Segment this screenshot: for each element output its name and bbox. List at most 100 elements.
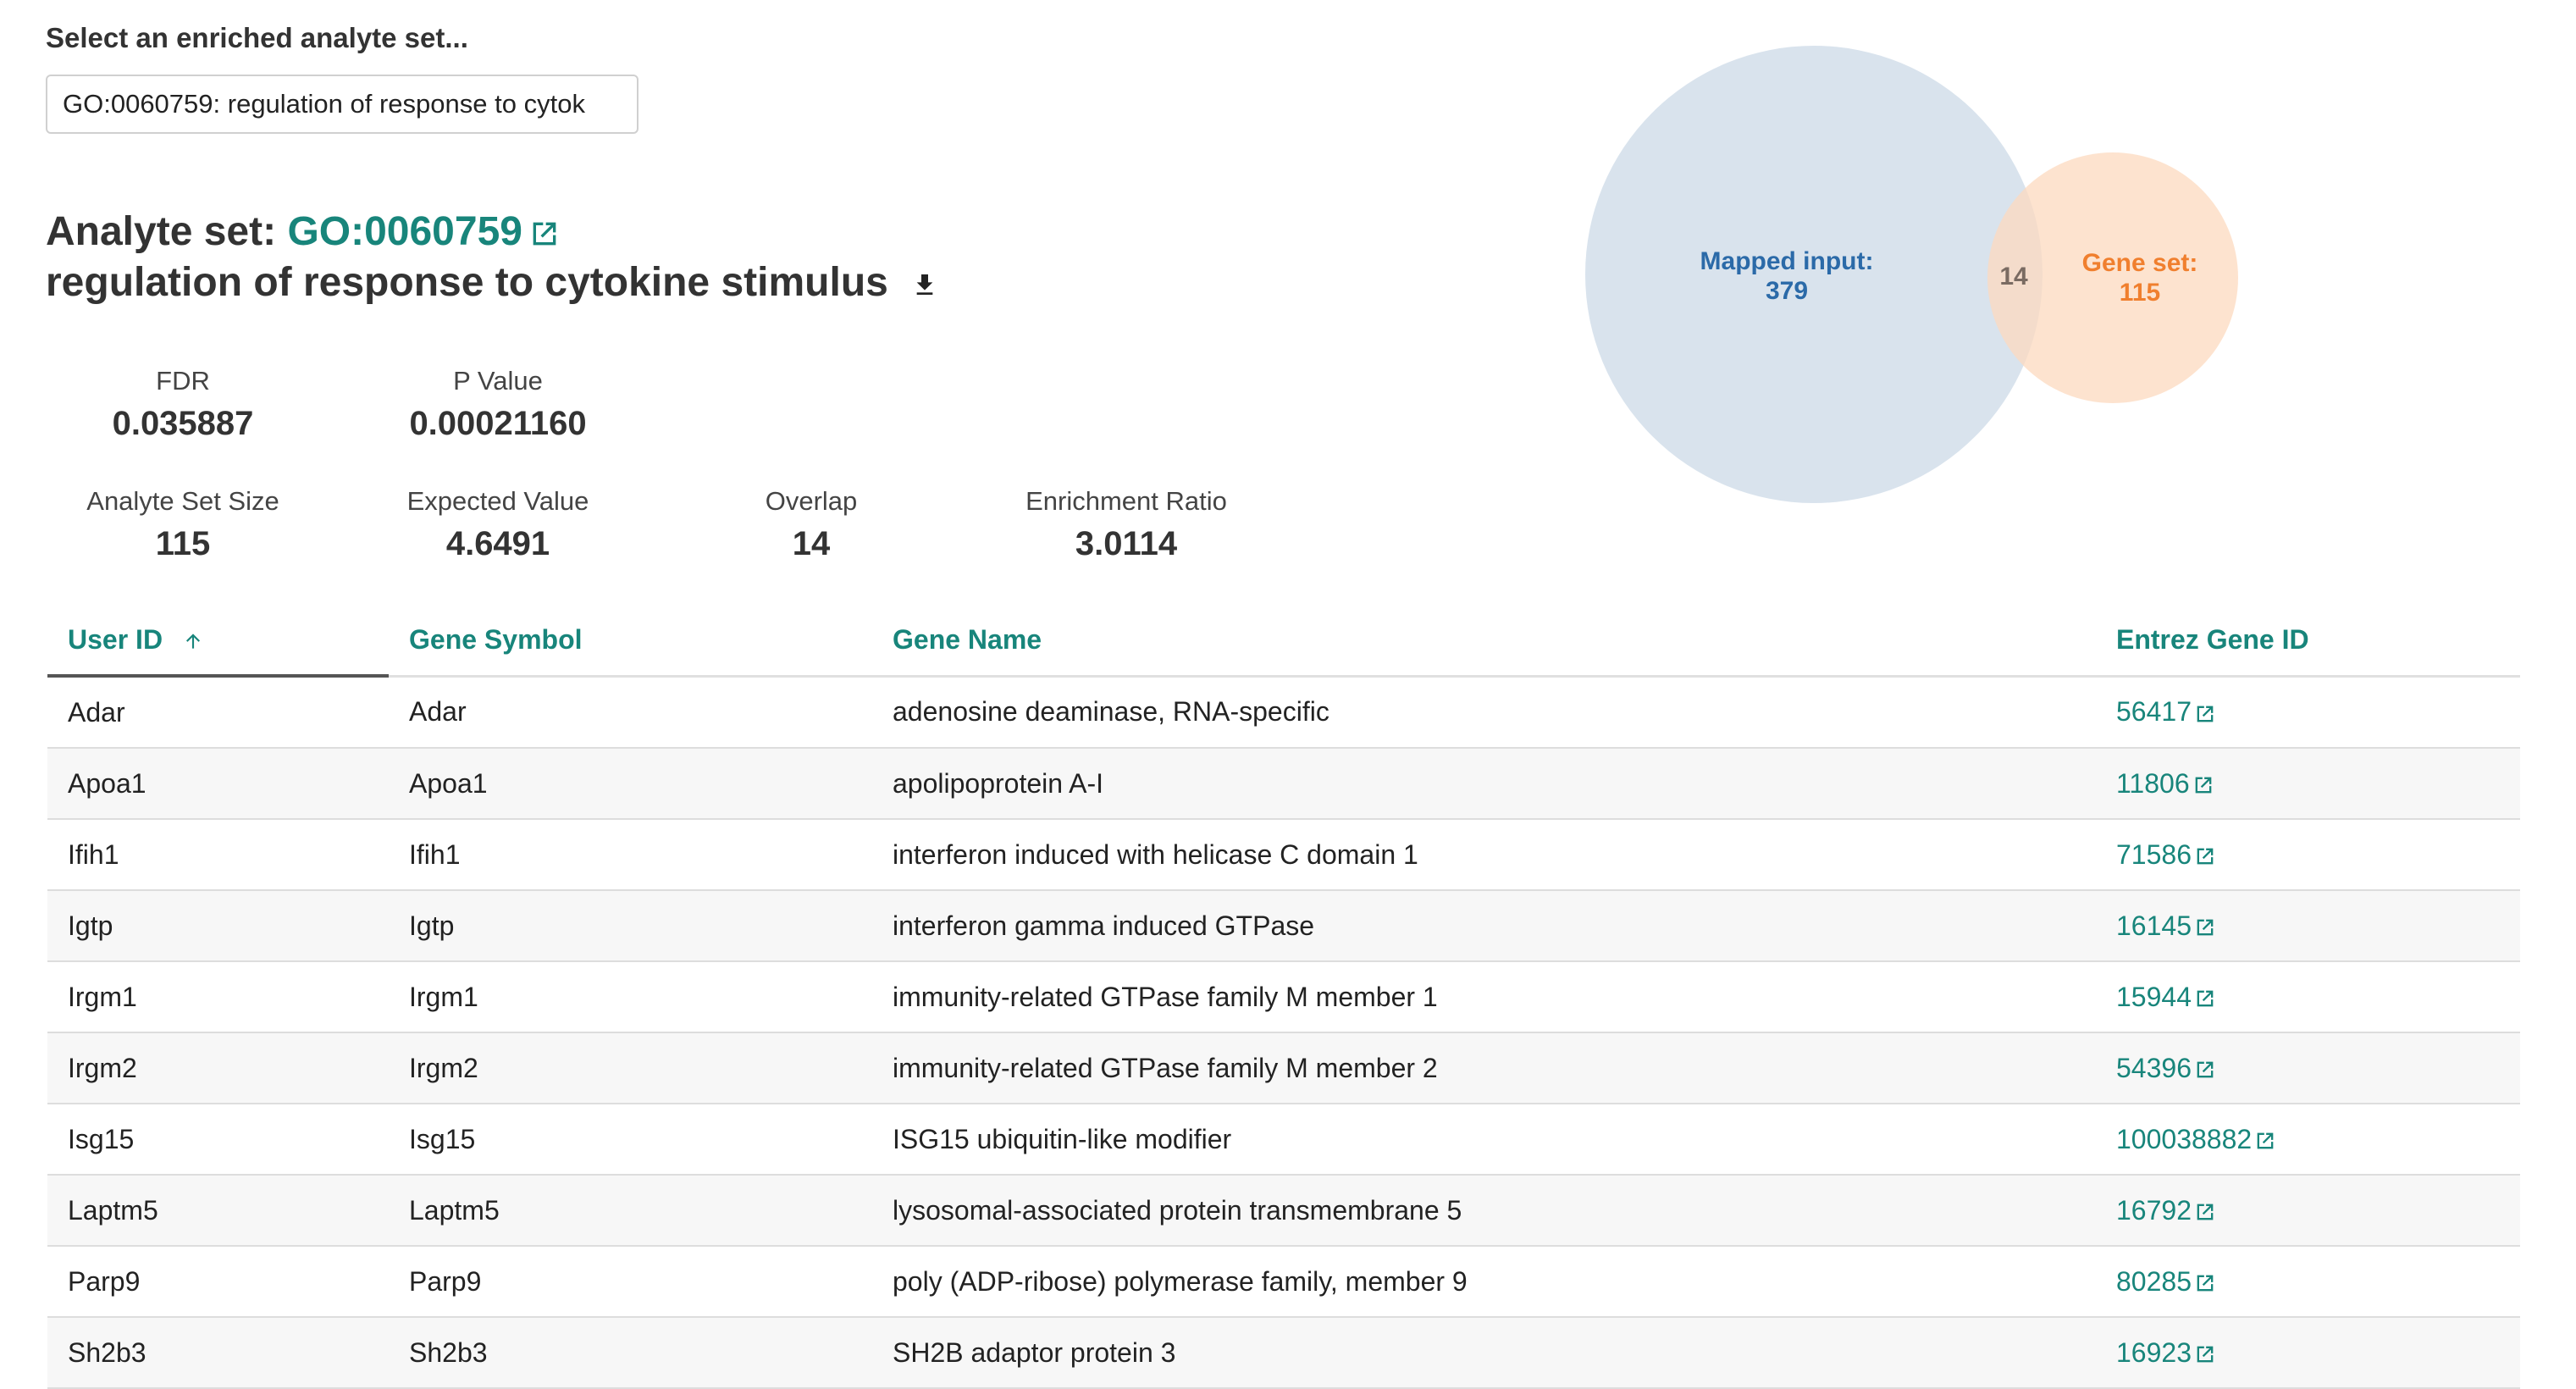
cell-gene-symbol: Sh2b3 (389, 1317, 872, 1389)
cell-gene-name: ISG15 ubiquitin-like modifier (872, 1104, 2096, 1176)
cell-user-id: Irgm1 (47, 961, 389, 1033)
cell-gene-name: immunity-related GTPase family M member … (872, 961, 2096, 1033)
cell-gene-symbol: Igtp (389, 890, 872, 962)
entrez-link[interactable]: 54396 (2116, 1053, 2217, 1083)
entrez-link[interactable]: 11806 (2116, 768, 2215, 799)
cell-user-id: Laptm5 (47, 1175, 389, 1247)
cell-entrez-gene-id: 16792 (2096, 1175, 2520, 1247)
external-link-icon (2257, 1132, 2274, 1149)
cell-entrez-gene-id: 100038882 (2096, 1104, 2520, 1176)
cell-user-id: Isg15 (47, 1104, 389, 1176)
entrez-link[interactable]: 16923 (2116, 1337, 2217, 1368)
table-row: Adar Adar adenosine deaminase, RNA-specifi… (47, 676, 2520, 749)
stat-value: 3.0114 (1075, 525, 1178, 562)
external-link-icon (2197, 1275, 2214, 1292)
column-header-entrez-gene-id[interactable]: Entrez Gene ID (2096, 605, 2520, 678)
mapped-input-value: 379 (1766, 277, 1808, 305)
table-row: Irgm2 Irgm2 immunity-related GTPase family… (47, 1032, 2520, 1104)
external-link-icon (2197, 1061, 2214, 1078)
table-row: Laptm5 Laptm5 lysosomal-associated protein… (47, 1175, 2520, 1247)
entrez-link[interactable]: 80285 (2116, 1266, 2217, 1297)
cell-user-id: Apoa1 (47, 748, 389, 820)
stat-label: Overlap (765, 486, 858, 516)
table-row: Parp9 Parp9 poly (ADP-ribose) polymerase f… (47, 1246, 2520, 1318)
stat-p-value: P Value 0.00021160 (354, 366, 642, 443)
column-header-gene-name[interactable]: Gene Name (872, 605, 2096, 678)
gene-set-value: 115 (2120, 279, 2160, 307)
cell-gene-name: adenosine deaminase, RNA-specific (872, 676, 2096, 749)
table-row: Apoa1 Apoa1 apolipoprotein A-I 11806 (47, 748, 2520, 820)
stat-value: 4.6491 (445, 525, 550, 562)
external-link-icon (2197, 1204, 2214, 1220)
cell-user-id: Irgm2 (47, 1032, 389, 1104)
analyte-set-name-row: regulation of response to cytokine stimu… (46, 259, 938, 306)
entrez-link[interactable]: 16792 (2116, 1195, 2217, 1226)
table-row: Irgm1 Irgm1 immunity-related GTPase family… (47, 961, 2520, 1033)
entrez-link[interactable]: 16145 (2116, 910, 2217, 941)
external-link-icon (2197, 1346, 2214, 1363)
stat-expected-value: Expected Value 4.6491 (354, 486, 642, 563)
entrez-link[interactable]: 15944 (2116, 982, 2217, 1012)
analyte-set-title: Analyte set: GO:0060759 (46, 208, 561, 255)
stat-value: 14 (792, 525, 831, 562)
cell-gene-name: apolipoprotein A-I (872, 748, 2096, 820)
arrow-up-icon (185, 634, 200, 649)
entrez-link[interactable]: 71586 (2116, 839, 2217, 870)
stat-label: Analyte Set Size (86, 486, 279, 516)
download-icon[interactable] (911, 271, 938, 298)
cell-gene-symbol: Parp9 (389, 1246, 872, 1318)
table-row: Sh2b3 Sh2b3 SH2B adaptor protein 3 16923 (47, 1317, 2520, 1389)
cell-gene-symbol: Irgm1 (389, 961, 872, 1033)
cell-gene-symbol: Apoa1 (389, 748, 872, 820)
cell-gene-name: interferon gamma induced GTPase (872, 890, 2096, 962)
stat-value: 0.00021160 (409, 405, 587, 442)
gene-table: User ID Gene Symbol Gene Name Entrez Gen… (47, 605, 2520, 1389)
overlap-value: 14 (1999, 263, 2028, 291)
cell-gene-name: poly (ADP-ribose) polymerase family, mem… (872, 1246, 2096, 1318)
gene-set-label: Gene set: (2082, 249, 2198, 277)
stat-label: Enrichment Ratio (1025, 486, 1227, 516)
stat-enrichment-ratio: Enrichment Ratio 3.0114 (982, 486, 1270, 563)
table-row: Ifih1 Ifih1 interferon induced with helica… (47, 819, 2520, 891)
column-header-gene-symbol[interactable]: Gene Symbol (389, 605, 872, 678)
table-header-row: User ID Gene Symbol Gene Name Entrez Gen… (47, 605, 2520, 678)
column-header-user-id[interactable]: User ID (47, 605, 389, 678)
table-row: Isg15 Isg15 ISG15 ubiquitin-like modifier 1… (47, 1104, 2520, 1176)
cell-user-id: Sh2b3 (47, 1317, 389, 1389)
analyte-set-name: regulation of response to cytokine stimu… (46, 260, 888, 305)
external-link-icon (533, 222, 556, 246)
go-term-link[interactable]: GO:0060759 (287, 209, 561, 254)
cell-gene-name: lysosomal-associated protein transmembra… (872, 1175, 2096, 1247)
analyte-set-prefix: Analyte set: (46, 209, 277, 254)
entrez-link[interactable]: 100038882 (2116, 1124, 2277, 1154)
cell-entrez-gene-id: 71586 (2096, 819, 2520, 891)
cell-gene-name: interferon induced with helicase C domai… (872, 819, 2096, 891)
cell-user-id: Igtp (47, 890, 389, 962)
cell-user-id: Ifih1 (47, 819, 389, 891)
entrez-link[interactable]: 56417 (2116, 696, 2217, 727)
stat-overlap: Overlap 14 (667, 486, 955, 563)
external-link-icon (2197, 919, 2214, 936)
cell-gene-symbol: Adar (389, 676, 872, 749)
cell-gene-name: SH2B adaptor protein 3 (872, 1317, 2096, 1389)
external-link-icon (2195, 777, 2211, 794)
analyte-set-select[interactable]: GO:0060759: regulation of response to cy… (46, 75, 638, 134)
cell-entrez-gene-id: 54396 (2096, 1032, 2520, 1104)
table-row: Igtp Igtp interferon gamma induced GTPase 1… (47, 890, 2520, 962)
cell-entrez-gene-id: 16145 (2096, 890, 2520, 962)
mapped-input-label: Mapped input: (1700, 247, 1874, 275)
stat-value: 115 (155, 525, 211, 562)
external-link-icon (2197, 848, 2214, 865)
cell-user-id: Parp9 (47, 1246, 389, 1318)
venn-diagram: Mapped input: 379 14 Gene set: 115 (1585, 46, 2238, 503)
select-label: Select an enriched analyte set... (46, 22, 468, 53)
cell-entrez-gene-id: 16923 (2096, 1317, 2520, 1389)
stat-analyte-set-size: Analyte Set Size 115 (39, 486, 327, 563)
stat-label: FDR (156, 366, 210, 396)
cell-gene-symbol: Irgm2 (389, 1032, 872, 1104)
cell-user-id: Adar (47, 676, 389, 749)
cell-entrez-gene-id: 80285 (2096, 1246, 2520, 1318)
cell-gene-symbol: Isg15 (389, 1104, 872, 1176)
external-link-icon (2197, 706, 2214, 722)
cell-gene-name: immunity-related GTPase family M member … (872, 1032, 2096, 1104)
